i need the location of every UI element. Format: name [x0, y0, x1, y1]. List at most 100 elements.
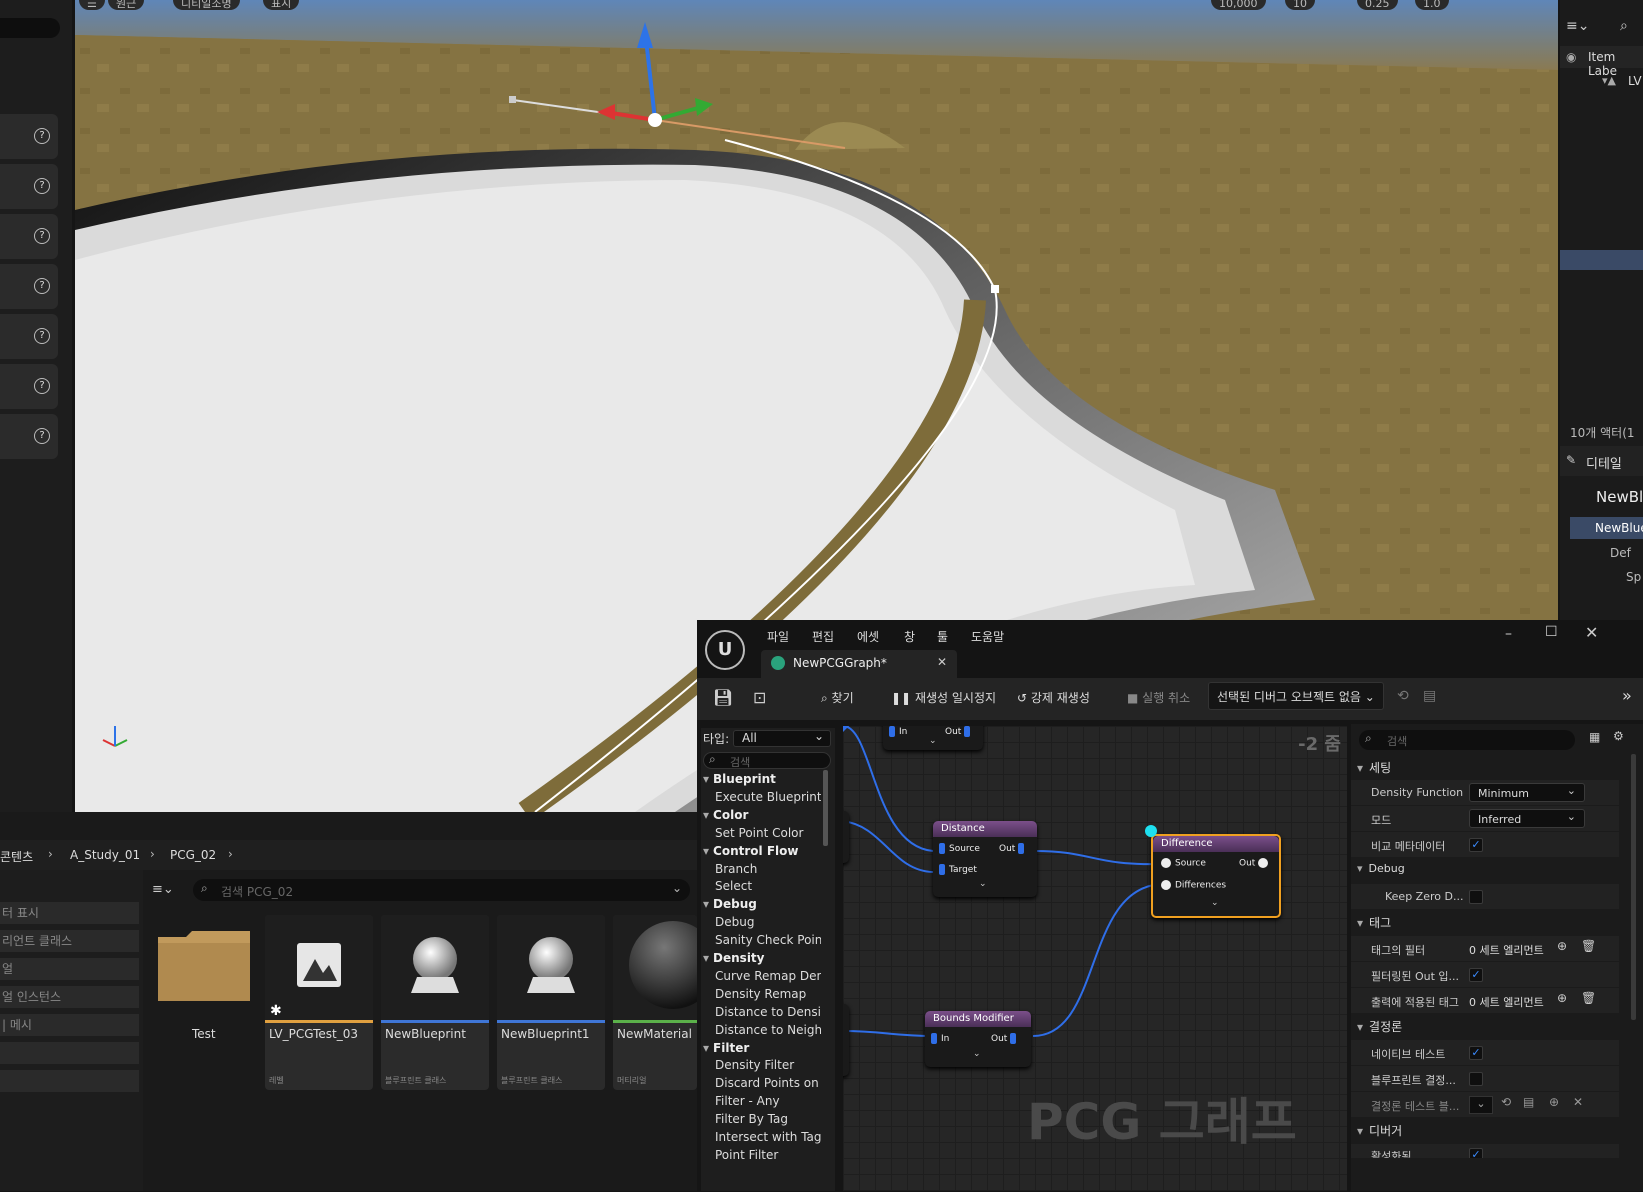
filter-item[interactable]: 얼 인스턴스: [0, 986, 139, 1008]
force-regen-button[interactable]: ↺ 강제 재생성: [1017, 689, 1090, 706]
component-row[interactable]: NewBlue: [1570, 517, 1643, 539]
lighting-mode-button[interactable]: 디티일조명: [173, 0, 240, 10]
folder-icon[interactable]: ▤: [1523, 1095, 1534, 1109]
grid-snap-button[interactable]: 10,000: [1211, 0, 1266, 10]
details-search-input[interactable]: ⌕ 검색: [1359, 730, 1575, 750]
out-pin[interactable]: Out: [945, 726, 974, 737]
source-pin[interactable]: Source: [1161, 858, 1206, 869]
determinism-test-dropdown[interactable]: ⌄: [1469, 1096, 1493, 1114]
palette-category[interactable]: Debug: [703, 897, 757, 911]
palette-category[interactable]: Filter: [703, 1041, 749, 1055]
palette-item[interactable]: Branch: [715, 862, 757, 876]
palette-item[interactable]: Distance to Densit: [715, 1005, 821, 1019]
section-debug[interactable]: Debug: [1357, 862, 1405, 875]
more-options-icon[interactable]: »: [1622, 686, 1632, 705]
palette-item[interactable]: Filter - Any: [715, 1094, 780, 1108]
asset-tile-level[interactable]: ✱ LV_PCGTest_03 레벨: [265, 915, 373, 1090]
help-icon[interactable]: ?: [34, 378, 50, 394]
keep-zero-checkbox[interactable]: [1469, 890, 1483, 904]
help-icon[interactable]: ?: [34, 328, 50, 344]
asset-tile-folder[interactable]: Test: [152, 915, 260, 1090]
help-icon[interactable]: ?: [34, 178, 50, 194]
eye-icon[interactable]: ◉: [1566, 50, 1576, 64]
expand-icon[interactable]: ⌄: [979, 879, 987, 889]
filter-item[interactable]: [0, 1070, 139, 1092]
back-arrow-icon[interactable]: ⟲: [1397, 688, 1409, 704]
palette-item[interactable]: Density Remap: [715, 987, 806, 1001]
out-pin[interactable]: Out: [1239, 858, 1272, 869]
graph-canvas[interactable]: -2 줌 PCG 그래프 In Out ⌄ Distance Source Ou…: [843, 726, 1347, 1191]
browse-icon[interactable]: ⊡: [753, 688, 766, 707]
section-settings[interactable]: 세팅: [1357, 759, 1391, 776]
tab-pcg-graph[interactable]: NewPCGGraph* ✕: [761, 650, 957, 678]
filter-item[interactable]: [0, 1042, 139, 1064]
help-icon[interactable]: ?: [34, 128, 50, 144]
debug-object-dropdown[interactable]: 선택된 디버그 오브젝트 없음 ⌄: [1208, 682, 1384, 710]
palette-item[interactable]: Distance to Neight: [715, 1023, 821, 1037]
palette-item[interactable]: Debug: [715, 915, 754, 929]
node-left-partial[interactable]: [843, 1004, 849, 1076]
close-tab-icon[interactable]: ✕: [937, 655, 947, 669]
panel-row[interactable]: ?: [0, 164, 58, 209]
section-tag[interactable]: 태그: [1357, 914, 1391, 931]
spline-component[interactable]: Sp: [1626, 570, 1641, 584]
palette-item[interactable]: Select: [715, 879, 752, 893]
selection-handle[interactable]: [1145, 825, 1157, 837]
close-icon[interactable]: ✕: [1585, 623, 1598, 642]
breadcrumb-pcg[interactable]: PCG_02: [170, 848, 216, 862]
panel-row[interactable]: ?: [0, 214, 58, 259]
details-tab[interactable]: ✎ 디테일: [1560, 446, 1643, 476]
show-button[interactable]: 표시: [263, 0, 300, 10]
source-pin[interactable]: Source: [939, 843, 980, 854]
out-pin[interactable]: Out: [999, 843, 1028, 854]
trash-icon[interactable]: 🗑︎: [1581, 991, 1596, 1005]
perspective-button[interactable]: 원근: [108, 0, 145, 10]
asset-tile-blueprint[interactable]: NewBlueprint 블루프린트 클래스: [381, 915, 489, 1090]
palette-item[interactable]: Density Filter: [715, 1058, 794, 1072]
in-pin[interactable]: In: [931, 1033, 949, 1044]
add-icon[interactable]: ⊕: [1557, 991, 1567, 1005]
panel-search-field[interactable]: [0, 18, 60, 38]
palette-category[interactable]: Control Flow: [703, 844, 798, 858]
expand-icon[interactable]: ⌄: [929, 736, 937, 746]
panel-row[interactable]: ?: [0, 264, 58, 309]
help-icon[interactable]: ?: [34, 278, 50, 294]
back-arrow-icon[interactable]: ⟲: [1501, 1095, 1511, 1109]
table-view-icon[interactable]: ▦: [1589, 730, 1600, 744]
filter-item[interactable]: 터 표시: [0, 902, 139, 924]
settings-gear-icon[interactable]: ⚙: [1613, 729, 1624, 743]
palette-item[interactable]: Discard Points on: [715, 1076, 819, 1090]
filter-item[interactable]: | 메시: [0, 1014, 139, 1036]
bp-determinism-checkbox[interactable]: [1469, 1072, 1483, 1086]
type-dropdown[interactable]: All ⌄: [733, 729, 831, 747]
find-button[interactable]: ⌕ 찾기: [821, 689, 854, 706]
palette-category[interactable]: Blueprint: [703, 772, 776, 786]
differences-pin[interactable]: Differences: [1161, 880, 1226, 891]
camera-speed-button[interactable]: 1.0: [1415, 0, 1449, 10]
node-difference[interactable]: Difference Source Out Differences ⌄: [1151, 834, 1281, 918]
search-icon[interactable]: ⌕: [1620, 18, 1628, 34]
help-icon[interactable]: ?: [34, 228, 50, 244]
section-debugger[interactable]: 디버거: [1357, 1122, 1402, 1139]
asset-tile-material[interactable]: NewMaterial 머티리얼: [613, 915, 717, 1090]
panel-row[interactable]: ?: [0, 314, 58, 359]
menu-tools[interactable]: 툴: [937, 628, 948, 645]
section-determinism[interactable]: 결정론: [1357, 1018, 1402, 1035]
selected-outliner-row[interactable]: [1560, 250, 1643, 270]
menu-edit[interactable]: 편집: [812, 628, 834, 645]
unreal-logo-icon[interactable]: U: [705, 630, 745, 670]
cancel-execution-button[interactable]: ■ 실행 취소: [1127, 689, 1190, 706]
filtered-out-checkbox[interactable]: ✓: [1469, 968, 1483, 982]
minimize-icon[interactable]: –: [1505, 626, 1512, 642]
menu-window[interactable]: 창: [904, 628, 915, 645]
add-icon[interactable]: ⊕: [1557, 939, 1567, 953]
node-top-partial[interactable]: In Out ⌄: [883, 726, 983, 750]
node-bounds-modifier[interactable]: Bounds Modifier In Out ⌄: [925, 1011, 1031, 1067]
save-icon[interactable]: 💾︎: [713, 688, 733, 707]
palette-item[interactable]: Curve Remap Den: [715, 969, 821, 983]
target-pin[interactable]: Target: [939, 864, 977, 875]
default-scene-root[interactable]: Def: [1610, 546, 1631, 560]
palette-category[interactable]: Density: [703, 951, 764, 965]
details-scrollbar[interactable]: [1631, 754, 1636, 1020]
debugger-checkbox[interactable]: ✓: [1469, 1148, 1483, 1158]
